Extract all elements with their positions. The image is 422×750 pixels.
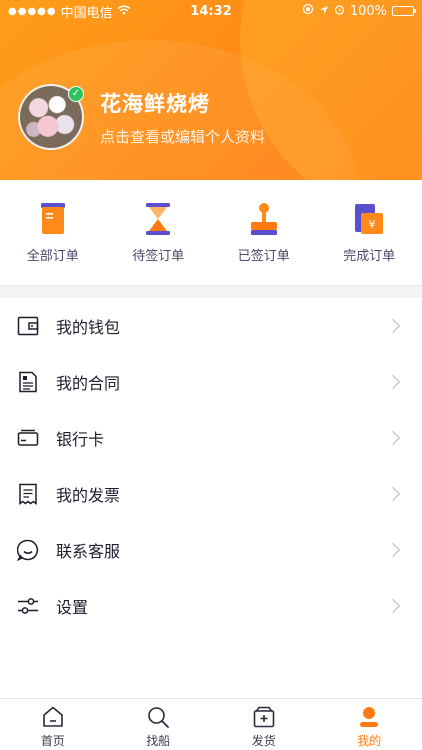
order-completed-button[interactable]: ¥ 完成订单 — [324, 201, 414, 264]
chevron-right-icon — [385, 318, 401, 334]
alarm-icon — [334, 4, 345, 19]
home-icon — [42, 706, 63, 727]
menu-item-customer-service[interactable]: 联系客服 — [0, 522, 422, 578]
menu-label: 我的发票 — [56, 486, 121, 505]
menu-label: 联系客服 — [56, 542, 121, 561]
tab-mine[interactable]: 我的 — [329, 701, 409, 749]
orientation-lock-icon — [302, 3, 314, 19]
location-icon — [319, 4, 329, 19]
order-all-button[interactable]: 全部订单 — [8, 201, 98, 264]
profile-name: 花海鲜烧烤 — [100, 91, 210, 116]
menu-item-contract[interactable]: 我的合同 — [0, 354, 422, 410]
status-bar: ●●●●● 中国电信 14:32 100% — [0, 0, 422, 22]
order-signed-button[interactable]: 已签订单 — [219, 201, 309, 264]
tab-label: 发货 — [251, 733, 276, 748]
menu-item-settings[interactable]: 设置 — [0, 578, 422, 634]
order-label: 完成订单 — [343, 249, 396, 264]
contract-icon — [16, 370, 40, 394]
order-pending-button[interactable]: 待签订单 — [113, 201, 203, 264]
ship-cargo-icon — [253, 706, 275, 727]
customer-service-icon — [16, 538, 40, 562]
chevron-right-icon — [385, 374, 401, 390]
profile-subtitle: 点击查看或编辑个人资料 — [100, 127, 266, 146]
tab-label: 我的 — [357, 733, 382, 748]
menu-label: 我的合同 — [56, 374, 121, 393]
bank-card-icon — [16, 426, 40, 450]
status-time: 14:32 — [190, 3, 232, 19]
order-label: 待签订单 — [132, 249, 185, 264]
all-orders-icon — [40, 203, 65, 234]
wifi-icon — [117, 4, 131, 19]
signed-stamp-icon — [250, 203, 277, 235]
search-icon — [148, 706, 170, 728]
pending-sign-icon — [146, 203, 171, 235]
menu-label: 银行卡 — [56, 430, 105, 449]
profile-icon — [360, 706, 379, 727]
order-label: 已签订单 — [237, 249, 290, 264]
avatar[interactable]: ✓ — [18, 84, 84, 150]
menu-item-invoice[interactable]: 我的发票 — [0, 466, 422, 522]
carrier-label: 中国电信 — [60, 5, 113, 21]
profile-card[interactable]: ✓ 花海鲜烧烤 点击查看或编辑个人资料 — [18, 84, 265, 150]
chevron-right-icon — [385, 430, 401, 446]
completed-order-icon: ¥ — [355, 204, 384, 234]
tab-ship-cargo[interactable]: 发货 — [224, 701, 304, 749]
order-shortcuts: 全部订单 待签订单 已签订单 ¥ 完成订单 — [0, 180, 422, 286]
settings-icon — [16, 594, 40, 618]
signal-strength-icon: ●●●●● — [8, 5, 57, 17]
chevron-right-icon — [385, 542, 401, 558]
settings-menu: 我的钱包 我的合同 银行卡 我的发票 联系客服 设置 — [0, 298, 422, 698]
battery-percent: 100% — [349, 3, 387, 19]
menu-label: 设置 — [56, 598, 89, 617]
battery-icon — [392, 6, 416, 16]
tab-find-ship[interactable]: 找船 — [118, 701, 198, 749]
menu-label: 我的钱包 — [56, 318, 121, 337]
profile-header: ●●●●● 中国电信 14:32 100% ✓ 花海鲜烧烤 点击查看或编辑个人资… — [0, 0, 422, 180]
bottom-tab-bar: 首页 找船 发货 我的 — [0, 698, 422, 750]
tab-label: 首页 — [40, 733, 65, 748]
wallet-icon — [16, 314, 40, 338]
order-label: 全部订单 — [26, 249, 79, 264]
menu-item-wallet[interactable]: 我的钱包 — [0, 298, 422, 354]
tab-label: 找船 — [146, 733, 171, 748]
chevron-right-icon — [385, 486, 401, 502]
invoice-icon — [16, 482, 40, 506]
svg-text:¥: ¥ — [369, 218, 376, 231]
tab-home[interactable]: 首页 — [13, 701, 93, 749]
verified-check-icon: ✓ — [68, 86, 84, 102]
chevron-right-icon — [385, 598, 401, 614]
menu-item-bank-card[interactable]: 银行卡 — [0, 410, 422, 466]
